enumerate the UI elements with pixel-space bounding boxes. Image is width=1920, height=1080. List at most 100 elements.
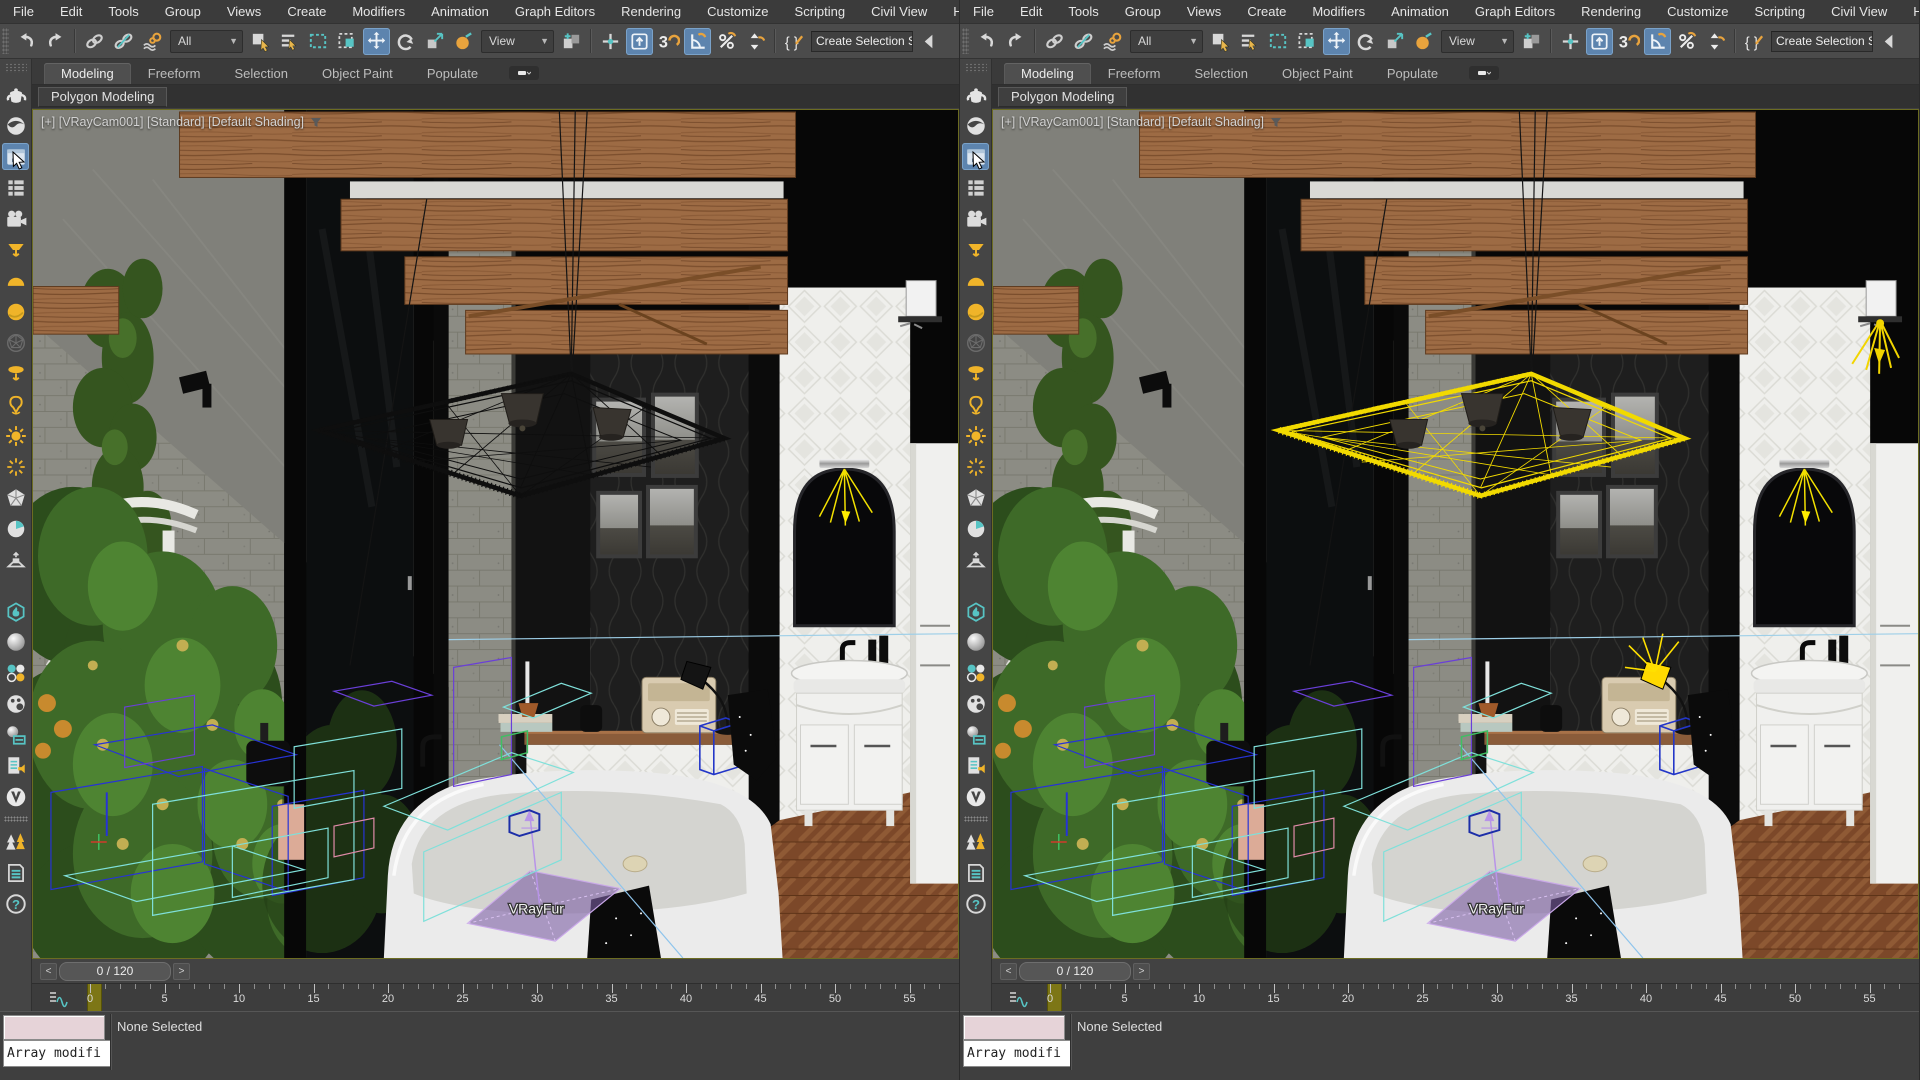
pie-slice-icon[interactable] xyxy=(2,515,29,542)
geosphere-icon[interactable] xyxy=(962,329,989,356)
select-by-name-icon[interactable] xyxy=(1236,28,1263,55)
ribbon-minimize-button[interactable] xyxy=(509,66,539,80)
sun-light-icon[interactable] xyxy=(962,422,989,449)
forest-trees-icon[interactable] xyxy=(962,828,989,855)
next-frame-button[interactable]: > xyxy=(173,963,190,980)
menu-modifiers[interactable]: Modifiers xyxy=(1299,0,1378,23)
ribbon-tab-freeform[interactable]: Freeform xyxy=(1091,63,1178,84)
unlink-selection-icon[interactable] xyxy=(1070,28,1097,55)
select-and-rotate-icon[interactable] xyxy=(392,28,419,55)
toolbar-overflow-icon[interactable] xyxy=(916,28,943,55)
physical-camera-icon[interactable] xyxy=(962,546,989,573)
mini-curve-editor-button[interactable] xyxy=(992,983,1044,1011)
menu-modifiers[interactable]: Modifiers xyxy=(339,0,418,23)
selection-filter-dropdown[interactable]: All▼ xyxy=(170,30,243,53)
snaps-toggle-3d-icon[interactable]: 3 xyxy=(655,28,682,55)
forest-trees-icon[interactable] xyxy=(2,828,29,855)
select-and-scale-icon[interactable] xyxy=(421,28,448,55)
spinner-snap-toggle-icon[interactable] xyxy=(742,28,769,55)
scene-render[interactable]: VRayFur xyxy=(33,110,958,958)
menu-graph-editors[interactable]: Graph Editors xyxy=(1462,0,1568,23)
sidebar-grip[interactable] xyxy=(5,63,27,73)
teapot-icon[interactable] xyxy=(2,81,29,108)
rectangular-selection-region-icon[interactable] xyxy=(1265,28,1292,55)
ribbon-tab-object-paint[interactable]: Object Paint xyxy=(305,63,410,84)
menu-civil-view[interactable]: Civil View xyxy=(858,0,940,23)
editable-poly-icon[interactable] xyxy=(962,484,989,511)
ribbon-tab-populate[interactable]: Populate xyxy=(1370,63,1455,84)
palette-icon[interactable] xyxy=(2,690,29,717)
menu-tools[interactable]: Tools xyxy=(95,0,151,23)
percent-snap-toggle-icon[interactable] xyxy=(1673,28,1700,55)
reference-coordinate-system-dropdown[interactable]: View▼ xyxy=(481,30,554,53)
menu-group[interactable]: Group xyxy=(152,0,214,23)
vray-logo-icon[interactable] xyxy=(962,783,989,810)
editable-poly-icon[interactable] xyxy=(2,484,29,511)
material-assign-icon[interactable] xyxy=(2,721,29,748)
menu-file[interactable]: File xyxy=(960,0,1007,23)
ribbon-tab-selection[interactable]: Selection xyxy=(218,63,305,84)
polygon-modeling-panel[interactable]: Polygon Modeling xyxy=(998,87,1127,107)
menu-scripting[interactable]: Scripting xyxy=(1742,0,1819,23)
menu-rendering[interactable]: Rendering xyxy=(608,0,694,23)
vray-fire-icon[interactable] xyxy=(962,597,989,624)
menu-views[interactable]: Views xyxy=(214,0,274,23)
select-and-rotate-icon[interactable] xyxy=(1352,28,1379,55)
orbit-view-icon[interactable] xyxy=(2,112,29,139)
angle-snap-toggle-icon[interactable] xyxy=(684,28,711,55)
menu-scripting[interactable]: Scripting xyxy=(782,0,859,23)
snaps-toggle-3d-icon[interactable]: 3 xyxy=(1615,28,1642,55)
select-and-move-icon[interactable] xyxy=(1323,28,1350,55)
material-assign-icon[interactable] xyxy=(962,721,989,748)
color-swatches-icon[interactable] xyxy=(962,659,989,686)
sidebar-grip[interactable] xyxy=(965,63,987,73)
audio-notes-icon[interactable] xyxy=(2,752,29,779)
keyboard-shortcut-override-icon[interactable] xyxy=(1586,28,1613,55)
menu-help[interactable]: Help xyxy=(1900,0,1919,23)
menu-animation[interactable]: Animation xyxy=(1378,0,1462,23)
spinner-snap-toggle-icon[interactable] xyxy=(1702,28,1729,55)
free-light-icon[interactable] xyxy=(962,391,989,418)
toolbar-overflow-icon[interactable] xyxy=(1876,28,1903,55)
viewport-label[interactable]: [+] [VRayCam001] [Standard] [Default Sha… xyxy=(1001,115,1282,129)
sphere-light-icon[interactable] xyxy=(962,298,989,325)
frame-display[interactable]: 0 / 120 xyxy=(59,962,171,981)
vray-logo-icon[interactable] xyxy=(2,783,29,810)
bind-to-space-warp-icon[interactable] xyxy=(139,28,166,55)
help-icon[interactable]: ? xyxy=(2,890,29,917)
toolbar-grip[interactable] xyxy=(2,28,9,54)
select-by-name-icon[interactable] xyxy=(276,28,303,55)
audio-notes-icon[interactable] xyxy=(962,752,989,779)
menu-create[interactable]: Create xyxy=(274,0,339,23)
maxscript-listener-input[interactable]: Array modifi xyxy=(3,1040,111,1067)
free-light-icon[interactable] xyxy=(2,391,29,418)
target-spot-light-icon[interactable] xyxy=(962,236,989,263)
mini-curve-editor-button[interactable] xyxy=(32,983,84,1011)
named-selection-set-field[interactable]: Create Selection Se xyxy=(811,31,913,52)
physical-camera-icon[interactable] xyxy=(2,546,29,573)
undo-icon[interactable] xyxy=(973,28,1000,55)
selection-filter-dropdown[interactable]: All▼ xyxy=(1130,30,1203,53)
pie-slice-icon[interactable] xyxy=(962,515,989,542)
sphere-light-icon[interactable] xyxy=(2,298,29,325)
maxscript-listener-input[interactable]: Array modifi xyxy=(963,1040,1071,1067)
select-object-icon[interactable] xyxy=(247,28,274,55)
target-spot-light-icon[interactable] xyxy=(2,236,29,263)
material-ball-icon[interactable] xyxy=(962,628,989,655)
material-ball-icon[interactable] xyxy=(2,628,29,655)
menu-rendering[interactable]: Rendering xyxy=(1568,0,1654,23)
menu-help[interactable]: Help xyxy=(940,0,959,23)
palette-icon[interactable] xyxy=(962,690,989,717)
orbit-view-icon[interactable] xyxy=(962,112,989,139)
bind-to-space-warp-icon[interactable] xyxy=(1099,28,1126,55)
menu-civil-view[interactable]: Civil View xyxy=(1818,0,1900,23)
maxscript-listener-pink[interactable] xyxy=(963,1015,1065,1040)
toolbar-grip[interactable] xyxy=(962,28,969,54)
edit-named-selection-sets-icon[interactable]: { } xyxy=(781,28,808,55)
viewport[interactable]: [+] [VRayCam001] [Standard] [Default Sha… xyxy=(32,109,959,959)
color-swatches-icon[interactable] xyxy=(2,659,29,686)
use-pivot-point-center-icon[interactable] xyxy=(1518,28,1545,55)
menu-customize[interactable]: Customize xyxy=(1654,0,1741,23)
frame-display[interactable]: 0 / 120 xyxy=(1019,962,1131,981)
timeline-ruler[interactable]: 0510152025303540455055 xyxy=(1044,983,1919,1011)
